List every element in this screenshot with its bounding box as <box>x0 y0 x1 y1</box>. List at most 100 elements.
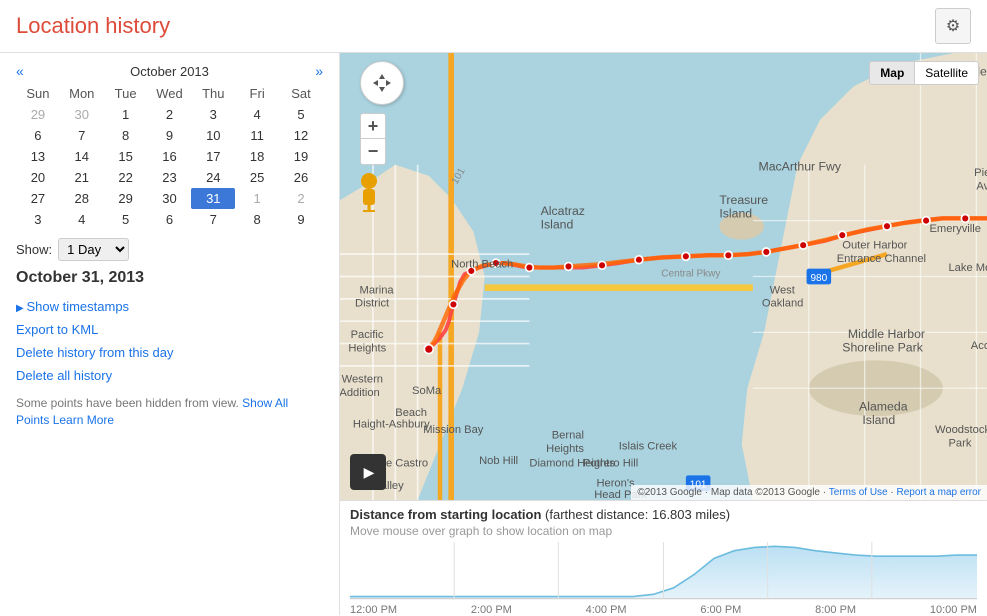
calendar-day[interactable]: 5 <box>279 104 323 125</box>
calendar-day[interactable]: 14 <box>60 146 104 167</box>
sidebar: « October 2013 » SunMonTueWedThuFriSat 2… <box>0 53 340 615</box>
calendar-day[interactable]: 11 <box>235 125 279 146</box>
show-label: Show: <box>16 242 52 257</box>
svg-text:West: West <box>770 284 796 296</box>
chart-subtitle: Move mouse over graph to show location o… <box>350 524 977 538</box>
calendar-day[interactable]: 19 <box>279 146 323 167</box>
show-select[interactable]: 1 Day2 Days3 Days7 Days <box>58 238 129 261</box>
prev-month-button[interactable]: « <box>16 63 24 79</box>
selected-date: October 31, 2013 <box>16 269 323 287</box>
chart-x-labels: 12:00 PM2:00 PM4:00 PM6:00 PM8:00 PM10:0… <box>350 604 977 616</box>
calendar-day[interactable]: 5 <box>104 209 148 230</box>
svg-text:Heights: Heights <box>348 342 386 354</box>
calendar-day[interactable]: 9 <box>148 125 192 146</box>
calendar-day-header: Wed <box>148 83 192 104</box>
calendar-day[interactable]: 16 <box>148 146 192 167</box>
calendar-day[interactable]: 7 <box>191 209 235 230</box>
calendar-day[interactable]: 24 <box>191 167 235 188</box>
svg-text:Emeryville: Emeryville <box>929 223 980 235</box>
calendar-day[interactable]: 17 <box>191 146 235 167</box>
calendar-day[interactable]: 8 <box>104 125 148 146</box>
calendar-day[interactable]: 8 <box>235 209 279 230</box>
calendar-day[interactable]: 2 <box>279 188 323 209</box>
svg-text:Beach: Beach <box>395 407 427 419</box>
map-type-controls: Map Satellite <box>869 61 979 85</box>
chart-x-label: 10:00 PM <box>930 604 977 616</box>
pan-arrows-icon <box>371 72 393 94</box>
map-type-map-button[interactable]: Map <box>869 61 915 85</box>
learn-more-link[interactable]: Learn More <box>53 413 114 427</box>
svg-text:Avenue: Avenue <box>976 180 987 192</box>
map[interactable]: Alcatraz Island Treasure Island Outer Ha… <box>340 53 987 500</box>
calendar-day[interactable]: 13 <box>16 146 60 167</box>
calendar-day[interactable]: 9 <box>279 209 323 230</box>
svg-text:Potrero Hill: Potrero Hill <box>583 457 638 469</box>
calendar-day[interactable]: 10 <box>191 125 235 146</box>
svg-text:Island: Island <box>719 206 752 220</box>
calendar-day[interactable]: 6 <box>16 125 60 146</box>
svg-text:Treasure: Treasure <box>719 193 768 207</box>
chart-wrapper[interactable] <box>350 542 977 602</box>
calendar-day[interactable]: 15 <box>104 146 148 167</box>
calendar-day-header: Sat <box>279 83 323 104</box>
calendar-day[interactable]: 1 <box>104 104 148 125</box>
calendar-day[interactable]: 25 <box>235 167 279 188</box>
gear-button[interactable]: ⚙ <box>935 8 971 44</box>
calendar-day[interactable]: 3 <box>16 209 60 230</box>
zoom-in-button[interactable]: + <box>360 113 386 139</box>
svg-text:Island: Island <box>862 413 895 427</box>
calendar-day[interactable]: 3 <box>191 104 235 125</box>
zoom-out-button[interactable]: − <box>360 139 386 165</box>
calendar-day[interactable]: 18 <box>235 146 279 167</box>
calendar-day[interactable]: 28 <box>60 188 104 209</box>
calendar-day[interactable]: 22 <box>104 167 148 188</box>
calendar-day[interactable]: 4 <box>235 104 279 125</box>
calendar-day[interactable]: 4 <box>60 209 104 230</box>
calendar-day[interactable]: 30 <box>60 104 104 125</box>
calendar-header: « October 2013 » <box>16 63 323 79</box>
svg-text:Entrance Channel: Entrance Channel <box>837 253 926 265</box>
calendar-day[interactable]: 23 <box>148 167 192 188</box>
calendar-day[interactable]: 12 <box>279 125 323 146</box>
map-container: Alcatraz Island Treasure Island Outer Ha… <box>340 53 987 615</box>
svg-text:Lake Merritt: Lake Merritt <box>948 262 987 274</box>
svg-text:Pacific: Pacific <box>351 329 384 341</box>
calendar-day[interactable]: 26 <box>279 167 323 188</box>
street-view-icon[interactable] <box>355 173 383 220</box>
svg-text:Piedmont: Piedmont <box>974 167 987 179</box>
calendar-day-header: Fri <box>235 83 279 104</box>
terms-of-use-link[interactable]: Terms of Use <box>829 487 888 498</box>
map-pan-control[interactable] <box>360 61 404 105</box>
svg-text:Oakland: Oakland <box>762 298 804 310</box>
calendar-day-header: Tue <box>104 83 148 104</box>
calendar-day[interactable]: 2 <box>148 104 192 125</box>
calendar-day[interactable]: 20 <box>16 167 60 188</box>
svg-text:Central Pkwy: Central Pkwy <box>661 269 720 280</box>
calendar-day[interactable]: 30 <box>148 188 192 209</box>
calendar-day[interactable]: 29 <box>16 104 60 125</box>
calendar-day[interactable]: 29 <box>104 188 148 209</box>
svg-text:Islais Creek: Islais Creek <box>619 441 678 453</box>
hidden-points-note: Some points have been hidden from view. … <box>16 395 323 429</box>
svg-text:Bernal: Bernal <box>552 430 584 442</box>
report-map-error-link[interactable]: Report a map error <box>897 487 981 498</box>
export-kml-link[interactable]: Export to KML <box>16 322 323 337</box>
main-layout: « October 2013 » SunMonTueWedThuFriSat 2… <box>0 53 987 615</box>
calendar-day[interactable]: 31 <box>191 188 235 209</box>
page-title: Location history <box>16 13 170 39</box>
calendar-day[interactable]: 7 <box>60 125 104 146</box>
next-month-button[interactable]: » <box>315 63 323 79</box>
delete-day-link[interactable]: Delete history from this day <box>16 345 323 360</box>
calendar-day-header: Sun <box>16 83 60 104</box>
calendar-day[interactable]: 27 <box>16 188 60 209</box>
calendar-day-header: Thu <box>191 83 235 104</box>
calendar-day[interactable]: 6 <box>148 209 192 230</box>
show-timestamps-link[interactable]: Show timestamps <box>16 299 323 314</box>
map-type-satellite-button[interactable]: Satellite <box>915 61 979 85</box>
svg-text:Shoreline Park: Shoreline Park <box>842 340 923 354</box>
svg-text:SoMa: SoMa <box>412 385 442 397</box>
play-button[interactable] <box>350 454 386 490</box>
calendar-day[interactable]: 21 <box>60 167 104 188</box>
delete-all-link[interactable]: Delete all history <box>16 368 323 383</box>
calendar-day[interactable]: 1 <box>235 188 279 209</box>
